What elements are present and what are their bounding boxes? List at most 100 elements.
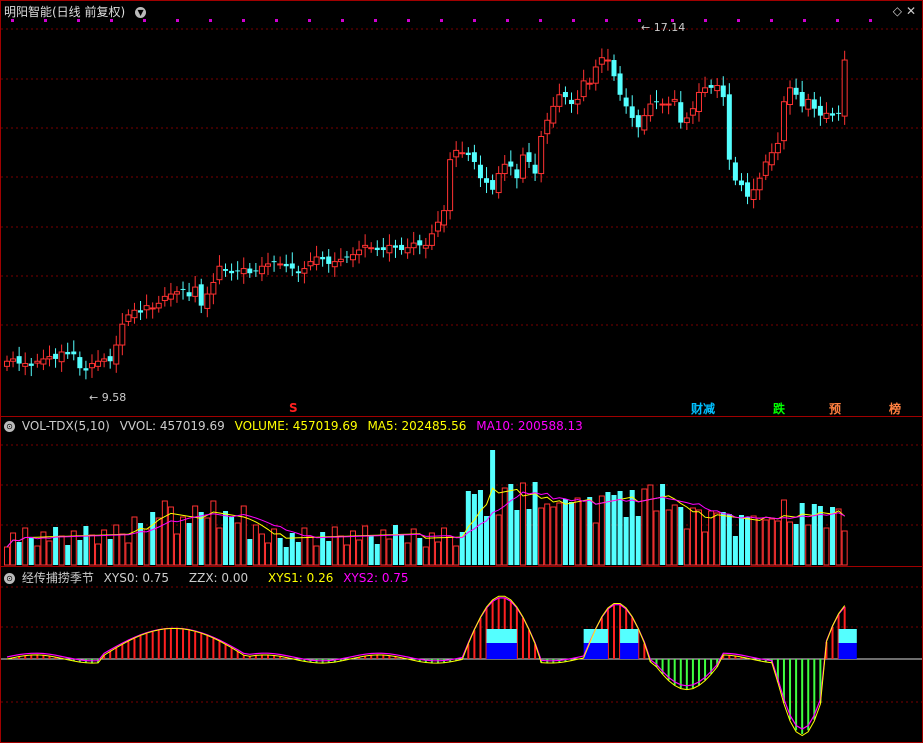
candlestick-chart[interactable]: ← 17.14 ← 9.58 (1, 1, 922, 416)
volume-panel[interactable]: ⊙ VOL-TDX(5,10) VVOL: 457019.69 VOLUME: … (0, 416, 923, 567)
volume-bar (16, 542, 22, 565)
marker-dot (803, 19, 806, 22)
candle-body (155, 302, 162, 309)
volume-bar (665, 509, 672, 566)
volume-bar (465, 491, 471, 565)
volume-bar (484, 516, 490, 565)
volume-bar (247, 539, 253, 565)
volume-bar (702, 531, 709, 566)
volume-bar (811, 504, 817, 565)
candle-body (289, 263, 295, 269)
candle-body (313, 256, 320, 265)
candle-body (186, 292, 192, 297)
candle-body (604, 59, 611, 62)
signal-block-lower (838, 643, 857, 659)
volume-bar (611, 495, 617, 565)
volume-bar (113, 524, 120, 566)
volume-bar (34, 545, 41, 566)
candle-body (119, 323, 126, 346)
volume-bar (689, 507, 696, 566)
volume-bar (738, 515, 744, 565)
chevron-down-circle-icon[interactable]: ▼ (135, 7, 147, 18)
volume-bar (605, 492, 611, 565)
indicator-chart[interactable] (1, 567, 922, 742)
volume-bar (695, 509, 702, 566)
candle-body (40, 358, 47, 365)
volume-bar (107, 539, 113, 565)
candle-body (198, 284, 204, 306)
volume-bar (526, 509, 532, 565)
ma10-value: MA10: 200588.13 (476, 419, 583, 433)
candle-body (138, 310, 144, 313)
volume-bar (28, 537, 34, 565)
candle-body (428, 233, 435, 246)
candle-body (247, 268, 253, 274)
volume-bar (252, 524, 259, 566)
candle-body (46, 356, 53, 360)
candle-body (823, 112, 830, 119)
settings-circle-icon[interactable]: ⊙ (4, 421, 15, 432)
candle-body (762, 161, 769, 176)
candle-body (180, 288, 186, 290)
volume-bar (131, 516, 138, 566)
volume-bar (745, 517, 751, 565)
vvol-value: VVOL: 457019.69 (119, 419, 225, 433)
volume-bar (198, 512, 204, 565)
candle-body (830, 113, 836, 116)
volume-chart[interactable] (1, 417, 922, 566)
volume-bar (77, 540, 83, 565)
diamond-icon[interactable]: ◇ (893, 4, 902, 18)
volume-value: VOLUME: 457019.69 (234, 419, 358, 433)
volume-bar (46, 540, 53, 566)
settings-circle-icon[interactable]: ⊙ (4, 573, 15, 584)
volume-bar (732, 536, 738, 565)
marker-dot (869, 19, 872, 22)
candle-body (695, 91, 702, 112)
candle-body (344, 256, 350, 258)
candle-body (441, 210, 448, 226)
volume-bar (629, 490, 635, 565)
candle-body (422, 244, 429, 249)
signal-block-upper (838, 629, 857, 643)
candle-body (484, 178, 490, 183)
candle-body (774, 142, 781, 154)
volume-bar (501, 487, 508, 566)
candle-body (10, 358, 17, 362)
candle-body (550, 105, 557, 124)
candle-body (71, 351, 77, 355)
candle-body (192, 286, 199, 297)
candle-body (368, 247, 375, 250)
indicator-panel[interactable]: ⊙ 经传捕捞季节 XYS0: 0.75 ZZX: 0.00 XYS1: 0.26… (0, 566, 923, 743)
volume-bar (556, 502, 563, 566)
candle-body (659, 103, 666, 106)
candle-body (768, 152, 775, 166)
candle-body (374, 247, 380, 251)
volume-bar (10, 532, 17, 566)
candle-body (265, 263, 272, 267)
candle-body (53, 353, 59, 359)
close-icon[interactable]: ✕ (906, 4, 916, 18)
volume-bar (714, 512, 721, 566)
candle-body (417, 240, 423, 246)
candle-body (678, 102, 684, 123)
volume-bar (143, 528, 150, 566)
candle-body (793, 87, 799, 95)
price-panel[interactable]: ← 17.14 ← 9.58 明阳智能(日线 前复权) ▼ ◇ ✕ S 财减 跌 … (0, 0, 923, 417)
candle-body (756, 177, 763, 191)
volume-bar (750, 515, 757, 566)
signal-2: 预 (829, 402, 842, 416)
candle-body (598, 57, 605, 65)
volume-bar (793, 524, 799, 565)
candle-body (611, 60, 617, 77)
volume-bar (544, 503, 551, 566)
volume-bar (574, 497, 581, 566)
candle-body (380, 247, 386, 251)
volume-bar (210, 500, 217, 566)
marker-dot (506, 19, 509, 22)
xys2-value: XYS2: 0.75 (343, 571, 409, 585)
candle-body (641, 115, 648, 131)
candle-body (569, 99, 575, 105)
marker-dot (473, 19, 476, 22)
stock-title: 明阳智能(日线 前复权) (4, 5, 126, 19)
volume-header: ⊙ VOL-TDX(5,10) VVOL: 457019.69 VOLUME: … (4, 419, 589, 433)
